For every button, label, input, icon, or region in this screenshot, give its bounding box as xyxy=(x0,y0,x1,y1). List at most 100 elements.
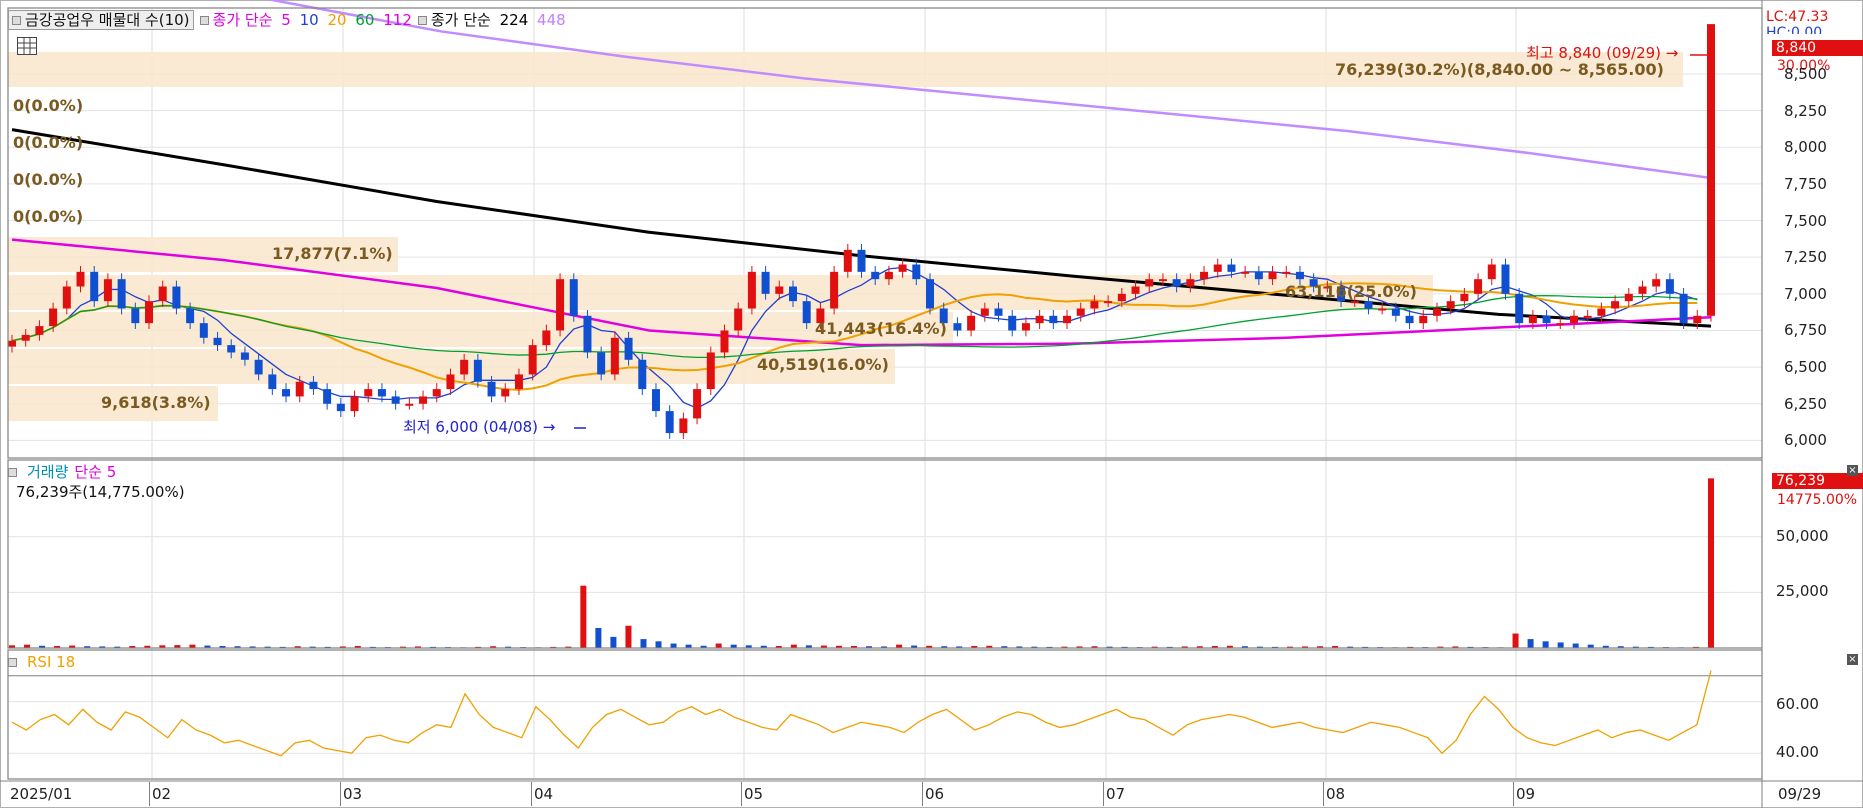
candle-body xyxy=(145,301,154,324)
candle-body xyxy=(830,271,839,309)
candle-body xyxy=(131,308,140,324)
candle-body xyxy=(76,271,85,287)
close-icon[interactable]: × xyxy=(1847,654,1858,665)
profile-label-10: 9,618(3.8%) xyxy=(101,393,211,412)
x-tick-label: 2025/01 xyxy=(10,785,73,803)
volume-legend: 거래량 단순 5 xyxy=(8,463,116,481)
price-tick: 7,500 xyxy=(1784,211,1827,230)
candle-body xyxy=(1583,315,1592,318)
legend-toggle-icon[interactable] xyxy=(8,657,17,667)
candle-body xyxy=(1665,279,1674,294)
last-volume-pct: 14775.00% xyxy=(1777,492,1858,508)
candle-body xyxy=(240,352,249,360)
volume-legend-title: 거래량 xyxy=(27,463,69,481)
candle-body xyxy=(994,308,1003,316)
candle-body xyxy=(871,271,880,280)
hc-label: HC:0.00 xyxy=(1766,25,1823,34)
x-tick-separator xyxy=(1513,782,1514,806)
price-legend-title-box[interactable]: 금강공업우 매물대 수(10) xyxy=(8,10,194,30)
candle-body xyxy=(1707,24,1715,316)
volume-legend-ma: 단순 5 xyxy=(74,463,117,481)
candle-body xyxy=(1378,308,1387,311)
candle-body xyxy=(199,323,208,338)
candle-body xyxy=(967,315,976,331)
candle-body xyxy=(501,389,510,397)
candle-body xyxy=(1295,271,1304,280)
x-tick-label: 04 xyxy=(534,785,554,803)
candle-body xyxy=(377,389,386,397)
candle-body xyxy=(35,326,44,335)
close-icon[interactable]: × xyxy=(1847,465,1858,476)
candle-body xyxy=(103,279,112,302)
candle-body xyxy=(1117,293,1126,302)
x-tick-label: 06 xyxy=(925,785,945,803)
legend-toggle-icon[interactable] xyxy=(199,16,209,25)
candle-body xyxy=(1213,264,1222,272)
candle-body xyxy=(1638,286,1647,294)
legend-toggle-icon[interactable] xyxy=(8,467,17,477)
profile-label-2: 0(0.0%) xyxy=(13,96,84,115)
ma2-legend-group: 종가 단순 224 448 xyxy=(417,11,566,29)
x-tick-separator xyxy=(741,782,742,806)
candle-body xyxy=(1556,323,1565,326)
candle-body xyxy=(62,286,71,309)
candle-body xyxy=(350,396,359,412)
ma-224-label: 224 xyxy=(499,11,529,29)
candle-body xyxy=(1419,315,1428,324)
profile-label-6: 17,877(7.1%) xyxy=(272,244,393,263)
profile-bar xyxy=(8,275,1433,310)
volume-bar xyxy=(1557,642,1564,648)
chart-canvas[interactable] xyxy=(0,0,1863,808)
candle-body xyxy=(1405,315,1414,324)
candle-body xyxy=(638,359,647,390)
ma-20-label: 20 xyxy=(327,11,347,29)
ma-5-label: 5 xyxy=(281,11,291,29)
candle-body xyxy=(843,249,852,272)
candle-body xyxy=(432,389,441,397)
ma-legend-prefix: 종가 단순 xyxy=(212,11,273,29)
rsi-legend: RSI 18 xyxy=(8,653,75,671)
grid-table-icon[interactable] xyxy=(17,37,37,55)
x-tick-separator xyxy=(149,782,150,806)
candle-body xyxy=(295,381,304,397)
arrow-right-icon: → xyxy=(1661,44,1679,62)
profile-label-9: 40,519(16.0%) xyxy=(757,355,889,374)
candle-body xyxy=(487,381,496,397)
price-legend-title: 금강공업우 매물대 수(10) xyxy=(25,11,190,29)
candle-body xyxy=(665,411,674,434)
x-tick-separator xyxy=(1103,782,1104,806)
candle-body xyxy=(747,271,756,309)
candle-body xyxy=(1158,279,1167,282)
candle-body xyxy=(528,345,537,375)
candle-body xyxy=(1652,279,1661,287)
candle-body xyxy=(1624,293,1633,302)
arrow-right-icon: → xyxy=(538,418,556,436)
x-tick-label: 09 xyxy=(1516,785,1536,803)
candle-body xyxy=(1446,301,1455,309)
candle-body xyxy=(1693,315,1702,324)
candle-body xyxy=(720,330,729,353)
candle-body xyxy=(1227,264,1236,272)
legend-toggle-icon[interactable] xyxy=(417,16,427,25)
candle-body xyxy=(775,286,784,294)
candle-body xyxy=(884,271,893,280)
candle-body xyxy=(624,337,633,360)
candle-body xyxy=(473,359,482,382)
ma-legend-group: 종가 단순 5 10 20 60 112 xyxy=(199,11,412,29)
candle-body xyxy=(8,340,16,347)
legend-toggle-icon[interactable] xyxy=(12,16,21,25)
volume-summary: 76,239주(14,775.00%) xyxy=(16,483,185,501)
ma-112-label: 112 xyxy=(383,11,412,29)
candle-body xyxy=(49,308,58,327)
candle-body xyxy=(419,396,428,404)
candle-body xyxy=(1063,315,1072,324)
candle-body xyxy=(926,279,935,309)
candle-body xyxy=(405,403,414,406)
candle-body xyxy=(1679,293,1688,324)
profile-label-8: 41,443(16.4%) xyxy=(815,319,947,338)
profile-label-4: 0(0.0%) xyxy=(13,170,84,189)
candle-body xyxy=(542,330,551,346)
candle-body xyxy=(788,286,797,302)
candle-body xyxy=(391,396,400,404)
candle-body xyxy=(1200,271,1209,280)
